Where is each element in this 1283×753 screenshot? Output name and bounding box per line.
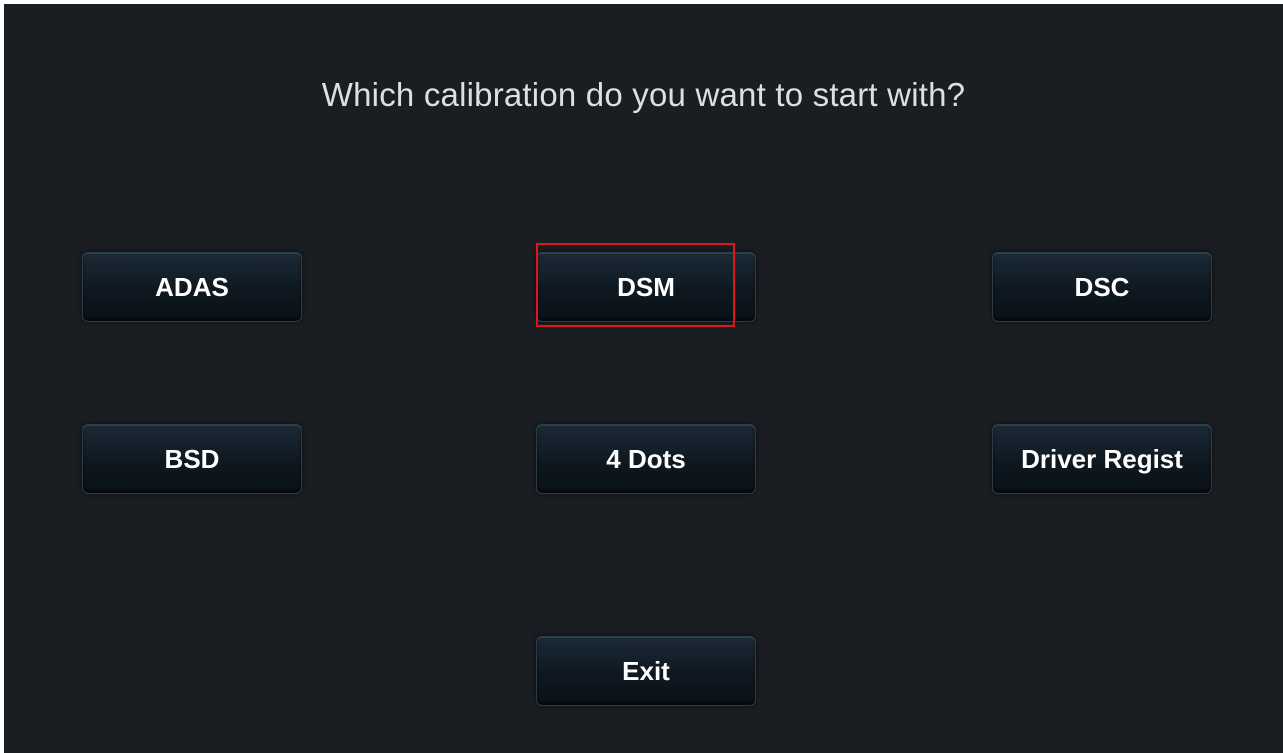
driver-regist-button[interactable]: Driver Regist (992, 424, 1212, 494)
calibration-screen: Which calibration do you want to start w… (4, 4, 1283, 753)
dsm-button[interactable]: DSM (536, 252, 756, 322)
adas-button[interactable]: ADAS (82, 252, 302, 322)
bsd-button[interactable]: BSD (82, 424, 302, 494)
exit-button[interactable]: Exit (536, 636, 756, 706)
dsc-button[interactable]: DSC (992, 252, 1212, 322)
four-dots-button[interactable]: 4 Dots (536, 424, 756, 494)
page-title: Which calibration do you want to start w… (321, 76, 966, 113)
